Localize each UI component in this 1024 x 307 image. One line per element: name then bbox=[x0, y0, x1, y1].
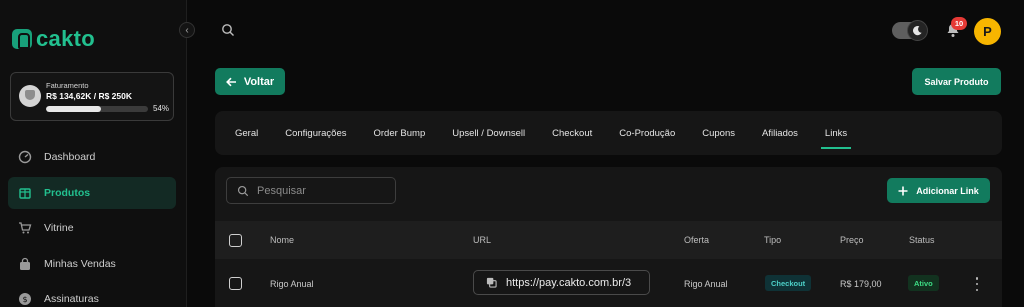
tab-afiliados[interactable]: Afiliados bbox=[762, 111, 798, 155]
avatar[interactable]: P bbox=[974, 18, 1001, 45]
billing-percent: 54% bbox=[153, 104, 170, 113]
links-search-input[interactable] bbox=[257, 184, 387, 197]
type-badge: Checkout bbox=[765, 275, 812, 291]
plus-icon bbox=[898, 186, 908, 195]
sidebar-item-assinaturas[interactable]: $ Assinaturas bbox=[8, 283, 176, 307]
chevron-left-icon: ‹ bbox=[185, 24, 189, 36]
column-header-url: URL bbox=[473, 235, 492, 245]
column-header-type: Tipo bbox=[764, 235, 782, 245]
copy-icon[interactable] bbox=[486, 277, 497, 288]
sidebar-item-vitrine[interactable]: Vitrine bbox=[8, 212, 176, 244]
url-copy-field[interactable]: https://pay.cakto.com.br/3 bbox=[473, 270, 650, 295]
logo-text: cakto bbox=[36, 26, 95, 51]
billing-label: Faturamento bbox=[46, 81, 89, 90]
billing-value: R$ 134,62K / R$ 250K bbox=[46, 91, 132, 101]
table-row[interactable]: Rigo Anual https://pay.cakto.com.br/3 Ri… bbox=[215, 259, 1002, 307]
links-card: Adicionar Link Nome URL Oferta Tipo Preç… bbox=[215, 167, 1002, 307]
column-header-status: Status bbox=[909, 235, 935, 245]
top-header: 10 P bbox=[188, 0, 1024, 58]
tab-geral[interactable]: Geral bbox=[235, 111, 258, 155]
billing-card: Faturamento R$ 134,62K / R$ 250K 54% bbox=[10, 72, 174, 121]
tab-order-bump[interactable]: Order Bump bbox=[374, 111, 426, 155]
logo[interactable]: cakto bbox=[12, 26, 95, 52]
more-options-icon[interactable] bbox=[973, 277, 981, 291]
tab-links[interactable]: Links bbox=[820, 111, 852, 155]
arrow-left-icon bbox=[225, 77, 236, 86]
search-icon[interactable] bbox=[221, 23, 235, 37]
trophy-icon bbox=[19, 85, 41, 107]
table-header: Nome URL Oferta Tipo Preço Status bbox=[215, 221, 1002, 259]
sidebar-item-label: Minhas Vendas bbox=[44, 257, 116, 270]
sidebar-item-label: Dashboard bbox=[44, 151, 96, 163]
billing-progress-fill bbox=[46, 106, 102, 112]
row-offer: Rigo Anual bbox=[684, 279, 728, 289]
column-header-offer: Oferta bbox=[684, 235, 710, 245]
column-header-name: Nome bbox=[270, 235, 295, 245]
sidebar-item-label: Vitrine bbox=[44, 222, 74, 234]
back-button[interactable]: Voltar bbox=[215, 68, 285, 95]
dollar-icon: $ bbox=[18, 292, 32, 306]
add-link-label: Adicionar Link bbox=[916, 185, 979, 196]
svg-text:$: $ bbox=[22, 295, 27, 304]
row-name: Rigo Anual bbox=[270, 279, 314, 289]
tab-co-producao[interactable]: Co-Produção bbox=[619, 111, 675, 155]
theme-toggle[interactable] bbox=[892, 20, 928, 41]
tab-checkout[interactable]: Checkout bbox=[552, 111, 592, 155]
search-icon bbox=[237, 185, 249, 196]
row-url: https://pay.cakto.com.br/3 bbox=[506, 276, 632, 289]
bag-icon bbox=[18, 257, 32, 271]
sidebar-nav: Dashboard Produtos Vitrine Minhas Vendas bbox=[8, 141, 176, 307]
notification-badge: 10 bbox=[951, 17, 967, 30]
billing-progress-bar bbox=[46, 106, 148, 112]
app-root: cakto Faturamento R$ 134,62K / R$ 250K 5… bbox=[0, 0, 1024, 307]
tab-upsell-downsell[interactable]: Upsell / Downsell bbox=[452, 111, 525, 155]
save-product-button[interactable]: Salvar Produto bbox=[912, 68, 1001, 95]
moon-icon bbox=[907, 20, 928, 41]
column-header-price: Preço bbox=[840, 235, 864, 245]
cakto-logo-icon bbox=[12, 29, 32, 49]
product-tabs: Geral Configurações Order Bump Upsell / … bbox=[215, 111, 1002, 155]
status-badge: Ativo bbox=[908, 275, 939, 291]
sidebar-item-minhas-vendas[interactable]: Minhas Vendas bbox=[8, 248, 176, 280]
sidebar-item-dashboard[interactable]: Dashboard bbox=[8, 141, 176, 173]
cart-icon bbox=[18, 221, 32, 235]
add-link-button[interactable]: Adicionar Link bbox=[887, 178, 990, 203]
sidebar-item-label: Assinaturas bbox=[44, 293, 99, 305]
select-all-checkbox[interactable] bbox=[229, 234, 242, 247]
back-button-label: Voltar bbox=[243, 75, 275, 88]
dashboard-icon bbox=[18, 150, 32, 164]
sidebar: cakto Faturamento R$ 134,62K / R$ 250K 5… bbox=[0, 0, 187, 307]
tab-configuracoes[interactable]: Configurações bbox=[285, 111, 346, 155]
sidebar-item-label: Produtos bbox=[44, 186, 91, 199]
box-icon bbox=[18, 186, 32, 200]
row-checkbox[interactable] bbox=[229, 277, 242, 290]
tab-cupons[interactable]: Cupons bbox=[702, 111, 735, 155]
collapse-sidebar-button[interactable]: ‹ bbox=[179, 22, 195, 38]
sidebar-item-produtos[interactable]: Produtos bbox=[8, 176, 176, 209]
row-price: R$ 179,00 bbox=[840, 279, 882, 289]
links-search bbox=[226, 177, 396, 204]
